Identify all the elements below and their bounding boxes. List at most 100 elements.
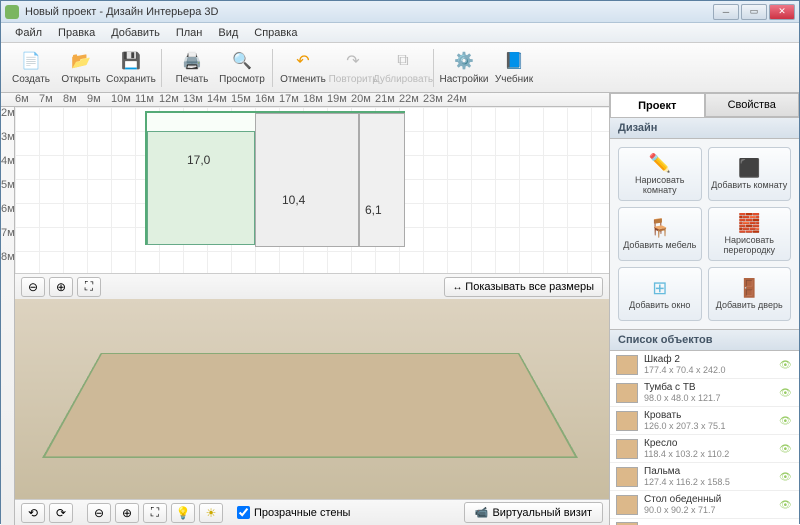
object-dimensions: 127.4 x 116.2 x 158.5	[644, 477, 773, 487]
undo-button[interactable]: ↶Отменить	[279, 46, 327, 90]
menu-edit[interactable]: Правка	[50, 25, 103, 41]
ruler-tick: 5м	[1, 179, 14, 203]
room-3[interactable]	[359, 113, 405, 247]
redo-button[interactable]: ↷Повторить	[329, 46, 377, 90]
draw-partition-button[interactable]: 🧱Нарисовать перегородку	[708, 207, 792, 261]
object-item[interactable]: Кровать126.0 x 207.3 x 75.1 👁	[610, 407, 799, 435]
rotate-left[interactable]: ⟲	[21, 503, 45, 523]
ruler-horizontal: 6м7м8м9м10м11м12м13м14м15м16м17м18м19м20…	[1, 93, 609, 107]
ruler-tick: 15м	[231, 93, 255, 106]
room-3-area: 6,1	[365, 203, 382, 217]
visibility-icon[interactable]: 👁	[779, 444, 793, 454]
maximize-button[interactable]: ▭	[741, 4, 767, 20]
object-name: Кровать	[644, 410, 773, 421]
gear-icon: ⚙️	[453, 50, 475, 72]
print-button[interactable]: 🖨️Печать	[168, 46, 216, 90]
plan-3d-view[interactable]	[15, 299, 609, 499]
room-2[interactable]	[255, 113, 359, 247]
ruler-tick: 6м	[1, 203, 14, 227]
design-section-header: Дизайн	[610, 117, 799, 139]
object-dimensions: 118.4 x 103.2 x 110.2	[644, 449, 773, 459]
object-item[interactable]: Кресло118.4 x 103.2 x 110.2👁	[610, 435, 799, 463]
zoom-in-3d[interactable]: ⊕	[115, 503, 139, 523]
create-button[interactable]: 📄Создать	[7, 46, 55, 90]
close-button[interactable]: ✕	[769, 4, 795, 20]
open-button[interactable]: 📂Открыть	[57, 46, 105, 90]
floorplan[interactable]: 17,0 10,4 6,1	[145, 111, 405, 245]
pencil-room-icon: ✏️	[649, 152, 671, 174]
transparent-walls-checkbox[interactable]: Прозрачные стены	[237, 506, 350, 519]
ruler-tick: 17м	[279, 93, 303, 106]
add-door-button[interactable]: 🚪Добавить дверь	[708, 267, 792, 321]
menu-plan[interactable]: План	[168, 25, 211, 41]
object-name: Шкаф 2	[644, 354, 773, 365]
ruler-tick: 10м	[111, 93, 135, 106]
rotate-right[interactable]: ⟳	[49, 503, 73, 523]
object-item[interactable]: Тумба с ТВ98.0 x 48.0 x 121.7👁	[610, 379, 799, 407]
zoom-in-2d[interactable]: ⊕	[49, 277, 73, 297]
visibility-icon[interactable]: 👁	[779, 360, 793, 370]
zoom-out-3d[interactable]: ⊖	[87, 503, 111, 523]
object-list[interactable]: Шкаф 2177.4 x 70.4 x 242.0👁Тумба с ТВ98.…	[610, 351, 799, 525]
add-window-button[interactable]: ⊞Добавить окно	[618, 267, 702, 321]
duplicate-button[interactable]: ⧉Дублировать	[379, 46, 427, 90]
room-1[interactable]	[147, 131, 255, 245]
visibility-icon[interactable]: 👁	[779, 472, 793, 482]
settings-button[interactable]: ⚙️Настройки	[440, 46, 488, 90]
ruler-tick: 23м	[423, 93, 447, 106]
document-new-icon: 📄	[20, 50, 42, 72]
ruler-tick: 2м	[1, 107, 14, 131]
visibility-icon[interactable]: 👁	[779, 416, 793, 426]
light-toggle[interactable]: 💡	[171, 503, 195, 523]
room-1-area: 17,0	[187, 153, 210, 167]
ruler-tick: 6м	[15, 93, 39, 106]
ruler-tick: 22м	[399, 93, 423, 106]
virtual-visit-button[interactable]: 📹Виртуальный визит	[464, 502, 603, 523]
save-icon: 💾	[120, 50, 142, 72]
object-item[interactable]: Стол обеденный90.0 x 90.2 x 71.7👁	[610, 491, 799, 519]
tab-project[interactable]: Проект	[610, 93, 705, 117]
show-all-dimensions[interactable]: ↔ Показывать все размеры	[444, 277, 603, 297]
menu-bar: Файл Правка Добавить План Вид Справка	[1, 23, 799, 43]
object-thumb	[616, 467, 638, 487]
object-item[interactable]: Шкаф 2177.4 x 70.4 x 242.0 👁	[610, 351, 799, 379]
zoom-out-2d[interactable]: ⊖	[21, 277, 45, 297]
object-thumb	[616, 495, 638, 515]
menu-add[interactable]: Добавить	[103, 25, 168, 41]
tutorial-button[interactable]: 📘Учебник	[490, 46, 538, 90]
object-thumb	[616, 383, 638, 403]
object-name: Тумба с ТВ	[644, 382, 773, 393]
wall-icon: 🧱	[738, 212, 760, 234]
folder-open-icon: 📂	[70, 50, 92, 72]
zoom-fit-2d[interactable]: ⛶	[77, 277, 101, 297]
ruler-tick: 20м	[351, 93, 375, 106]
plan-2d-view[interactable]: 17,0 10,4 6,1	[15, 107, 609, 273]
menu-view[interactable]: Вид	[210, 25, 246, 41]
add-furniture-button[interactable]: 🪑Добавить мебель	[618, 207, 702, 261]
ruler-tick: 8м	[1, 251, 14, 275]
minimize-button[interactable]: ─	[713, 4, 739, 20]
draw-room-button[interactable]: ✏️Нарисовать комнату	[618, 147, 702, 201]
save-button[interactable]: 💾Сохранить	[107, 46, 155, 90]
app-icon	[5, 5, 19, 19]
light-settings[interactable]: ☀	[199, 503, 223, 523]
add-room-button[interactable]: ⬛Добавить комнату	[708, 147, 792, 201]
object-item[interactable]: Пальма127.4 x 116.2 x 158.5👁	[610, 463, 799, 491]
menu-help[interactable]: Справка	[246, 25, 305, 41]
preview-button[interactable]: 🔍Просмотр	[218, 46, 266, 90]
ruler-tick: 18м	[303, 93, 327, 106]
object-dimensions: 126.0 x 207.3 x 75.1	[644, 421, 773, 431]
ruler-tick: 7м	[1, 227, 14, 251]
zoom-fit-3d[interactable]: ⛶	[143, 503, 167, 523]
visibility-icon[interactable]: 👁	[779, 388, 793, 398]
visibility-icon[interactable]: 👁	[779, 500, 793, 510]
object-dimensions: 177.4 x 70.4 x 242.0	[644, 365, 773, 375]
duplicate-icon: ⧉	[392, 50, 414, 72]
window-icon: ⊞	[649, 277, 671, 299]
object-item[interactable]: Стул👁	[610, 519, 799, 525]
tab-properties[interactable]: Свойства	[705, 93, 800, 117]
menu-file[interactable]: Файл	[7, 25, 50, 41]
ruler-tick: 12м	[159, 93, 183, 106]
floor-3d	[42, 353, 578, 458]
canvas-area: 6м7м8м9м10м11м12м13м14м15м16м17м18м19м20…	[1, 93, 609, 525]
